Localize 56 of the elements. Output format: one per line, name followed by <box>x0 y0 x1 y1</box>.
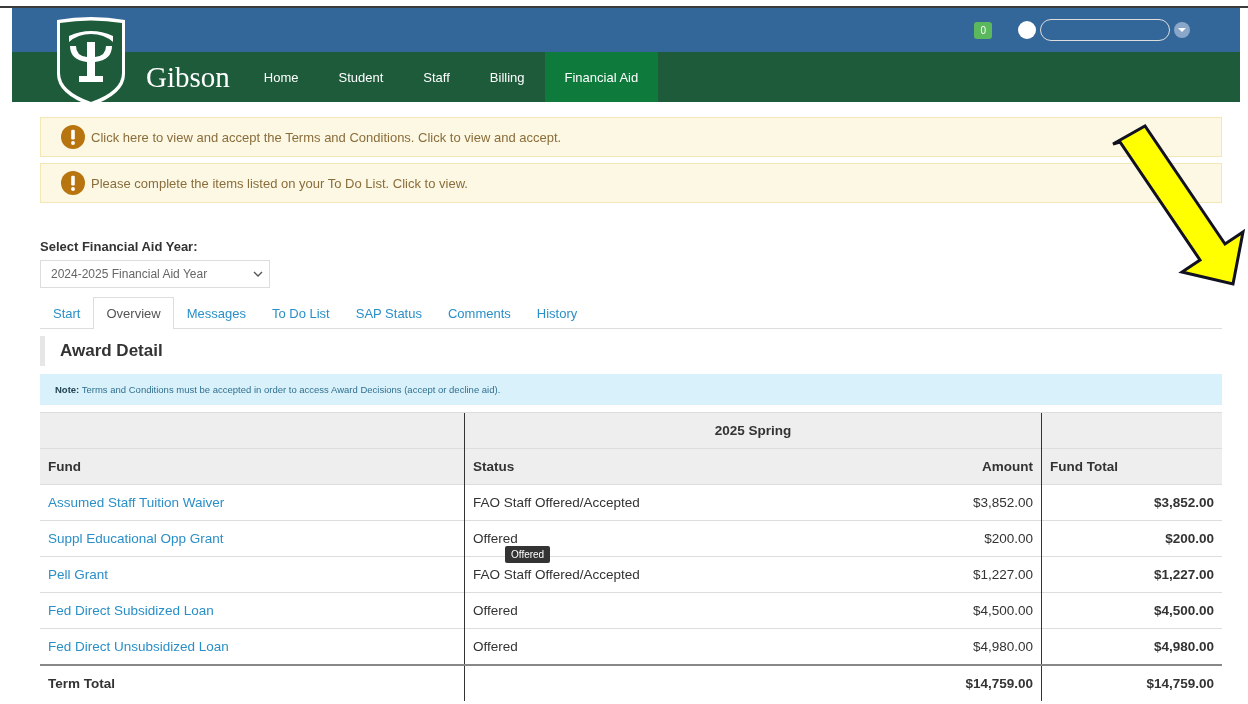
table-cell: $1,227.00 <box>1041 556 1222 593</box>
table-cell: $200.00 <box>860 520 1042 557</box>
column-header: Fund Total <box>1041 448 1222 485</box>
column-header: Fund <box>40 448 465 485</box>
fund-link[interactable]: Pell Grant <box>48 567 109 582</box>
nav-link[interactable]: Staff <box>403 52 470 102</box>
table-cell: $4,980.00 <box>860 628 1042 665</box>
table-cell: $3,852.00 <box>860 484 1042 521</box>
table-cell: Term Total <box>40 665 465 701</box>
notification-badge[interactable]: 0 <box>974 21 992 39</box>
tooltip: Offered <box>505 546 551 563</box>
tab[interactable]: Start <box>40 297 94 328</box>
year-dropdown[interactable]: 2024-2025 Financial Aid Year <box>40 260 270 288</box>
table-cell: $3,852.00 <box>1041 484 1222 521</box>
warning-icon <box>61 125 85 149</box>
field-label: Select Financial Aid Year: <box>40 239 199 254</box>
nav-link[interactable]: Financial Aid <box>544 52 659 102</box>
table-cell: $14,759.00 <box>1041 665 1222 701</box>
fund-link[interactable]: Suppl Educational Opp Grant <box>48 531 224 546</box>
table-cell: FAO Staff Offered/Accepted <box>473 495 640 510</box>
note-text: Note: Terms and Conditions must be accepted in order to access Award Decisions (accept or decline aid). <box>55 384 501 395</box>
tab[interactable]: To Do List <box>258 297 343 328</box>
alert-text: Click here to view and accept the Terms and Conditions. Click to view and accept. <box>91 129 562 145</box>
table-cell: Offered <box>473 531 518 546</box>
nav-link[interactable]: Billing <box>469 52 545 102</box>
column-header: Amount <box>860 448 1042 485</box>
fund-link[interactable]: Fed Direct Unsubsidized Loan <box>48 639 229 654</box>
alert-text: Please complete the items listed on your To Do List. Click to view. <box>91 175 468 191</box>
table-cell: $200.00 <box>1041 520 1222 557</box>
brand-name: Gibson <box>146 60 230 94</box>
fund-link[interactable]: Assumed Staff Tuition Waiver <box>48 495 225 510</box>
table-cell: $4,500.00 <box>1041 592 1222 629</box>
dropdown-caret-icon[interactable] <box>1174 22 1190 38</box>
table-cell: Offered <box>473 603 518 618</box>
tab[interactable]: SAP Status <box>342 297 435 328</box>
tab[interactable]: History <box>523 297 591 328</box>
section-title: Award Detail <box>40 336 1222 366</box>
alert-banner[interactable]: Please complete the items listed on your To Do List. Click to view. <box>40 163 1222 203</box>
tab[interactable]: Comments <box>434 297 524 328</box>
tab[interactable]: Messages <box>173 297 259 328</box>
table-cell: $1,227.00 <box>860 556 1042 593</box>
table-cell: $14,759.00 <box>860 665 1042 701</box>
alert-banner[interactable]: Click here to view and accept the Terms and Conditions. Click to view and accept. <box>40 117 1222 157</box>
avatar-icon <box>1018 21 1036 39</box>
warning-icon <box>61 171 85 195</box>
column-header: Status <box>464 448 861 485</box>
table-cell: $4,500.00 <box>860 592 1042 629</box>
nav-link[interactable]: Home <box>243 52 319 102</box>
fund-link[interactable]: Fed Direct Subsidized Loan <box>48 603 214 618</box>
chevron-down-icon <box>253 271 263 277</box>
table-cell: FAO Staff Offered/Accepted <box>473 567 640 582</box>
table-cell: $4,980.00 <box>1041 628 1222 665</box>
column-header: 2025 Spring <box>464 412 1042 449</box>
table-cell: Offered <box>473 639 518 654</box>
tab[interactable]: Overview <box>93 297 174 329</box>
nav-link[interactable]: Student <box>318 52 404 102</box>
